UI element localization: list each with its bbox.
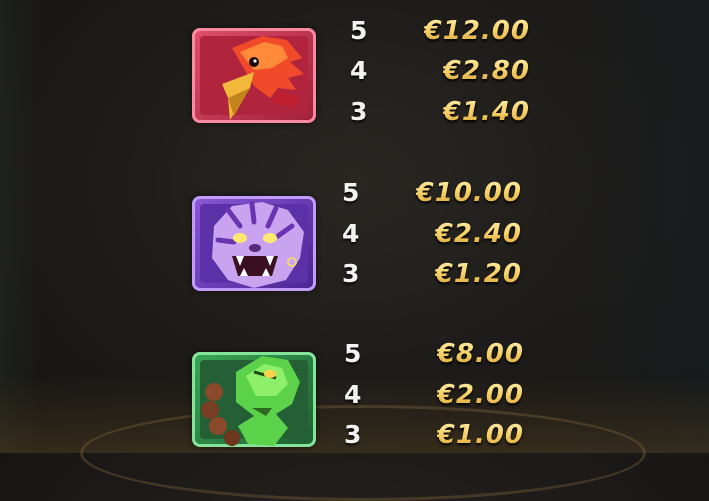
snake-payout-row-4: 4 €2.00: [344, 378, 524, 412]
snake-symbol-tile: [192, 352, 316, 447]
payout-amount: €12.00: [423, 16, 530, 46]
tiger-payout-row-4: 4 €2.40: [342, 217, 522, 251]
payout-amount: €8.00: [436, 339, 524, 369]
bird-icon: [222, 36, 304, 120]
payout-amount: €10.00: [415, 178, 522, 208]
payout-amount: €2.80: [442, 56, 530, 86]
bird-symbol-tile: [192, 28, 316, 123]
tiger-symbol-tile: [192, 196, 316, 291]
match-count: 5: [344, 339, 362, 368]
match-count: 4: [344, 380, 362, 409]
snake-icon: [201, 356, 300, 446]
payout-amount: €2.40: [434, 219, 522, 249]
snake-payout-row-5: 5 €8.00: [344, 337, 524, 371]
tiger-payout-row-3: 3 €1.20: [342, 257, 522, 291]
snake-payout-row-3: 3 €1.00: [344, 418, 524, 452]
bird-payout-row-4: 4 €2.80: [350, 54, 530, 88]
match-count: 3: [342, 259, 360, 288]
match-count: 4: [350, 56, 368, 85]
payout-amount: €1.00: [436, 420, 524, 450]
tiger-payout-row-5: 5 €10.00: [342, 176, 522, 210]
match-count: 3: [350, 97, 368, 126]
match-count: 5: [350, 16, 368, 45]
payout-amount: €1.40: [442, 97, 530, 127]
bird-payout-row-5: 5 €12.00: [350, 14, 530, 48]
match-count: 4: [342, 219, 360, 248]
match-count: 3: [344, 420, 362, 449]
payout-amount: €2.00: [436, 380, 524, 410]
tiger-icon: [212, 201, 304, 288]
match-count: 5: [342, 178, 360, 207]
payout-amount: €1.20: [434, 259, 522, 289]
bird-payout-row-3: 3 €1.40: [350, 95, 530, 129]
